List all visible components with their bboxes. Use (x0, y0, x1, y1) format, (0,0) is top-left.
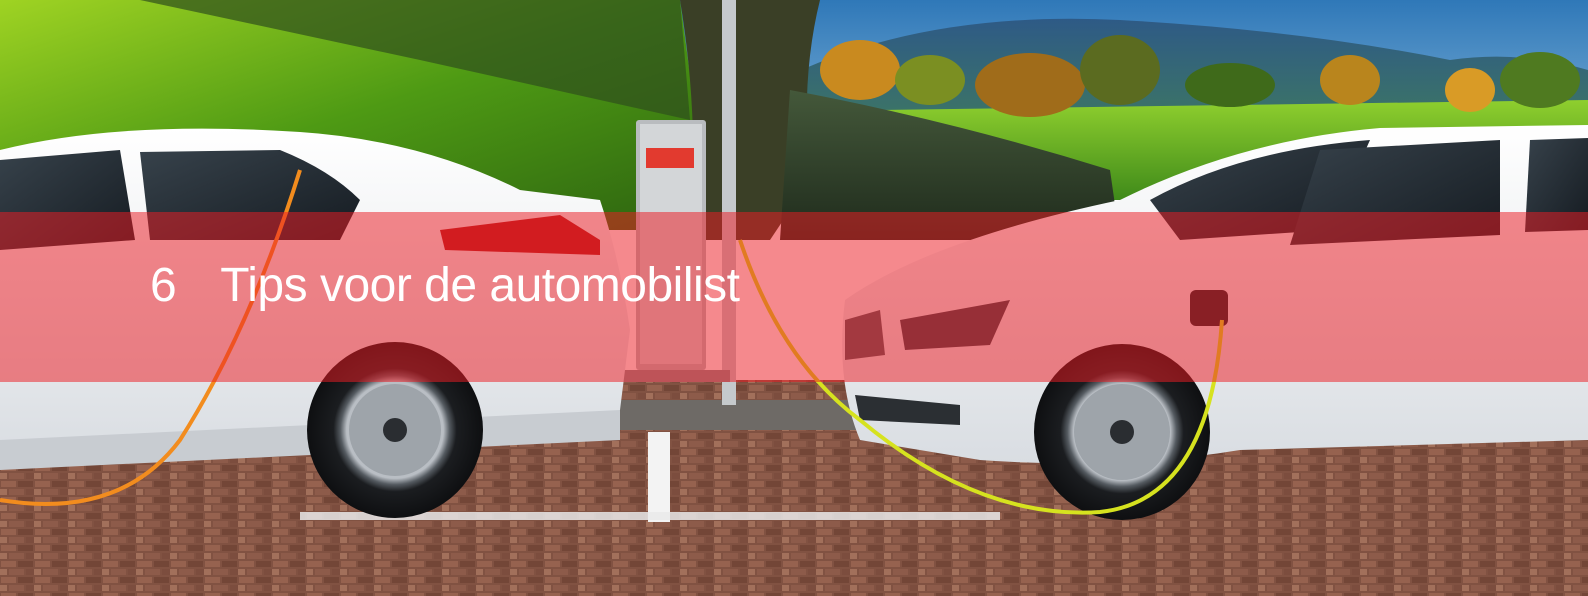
chapter-number: 6 (150, 259, 177, 312)
chapter-title: Tips voor de automobilist (220, 259, 740, 312)
page-title: 6 Tips voor de automobilist (150, 262, 740, 310)
hero-banner: 6 Tips voor de automobilist (0, 0, 1588, 596)
